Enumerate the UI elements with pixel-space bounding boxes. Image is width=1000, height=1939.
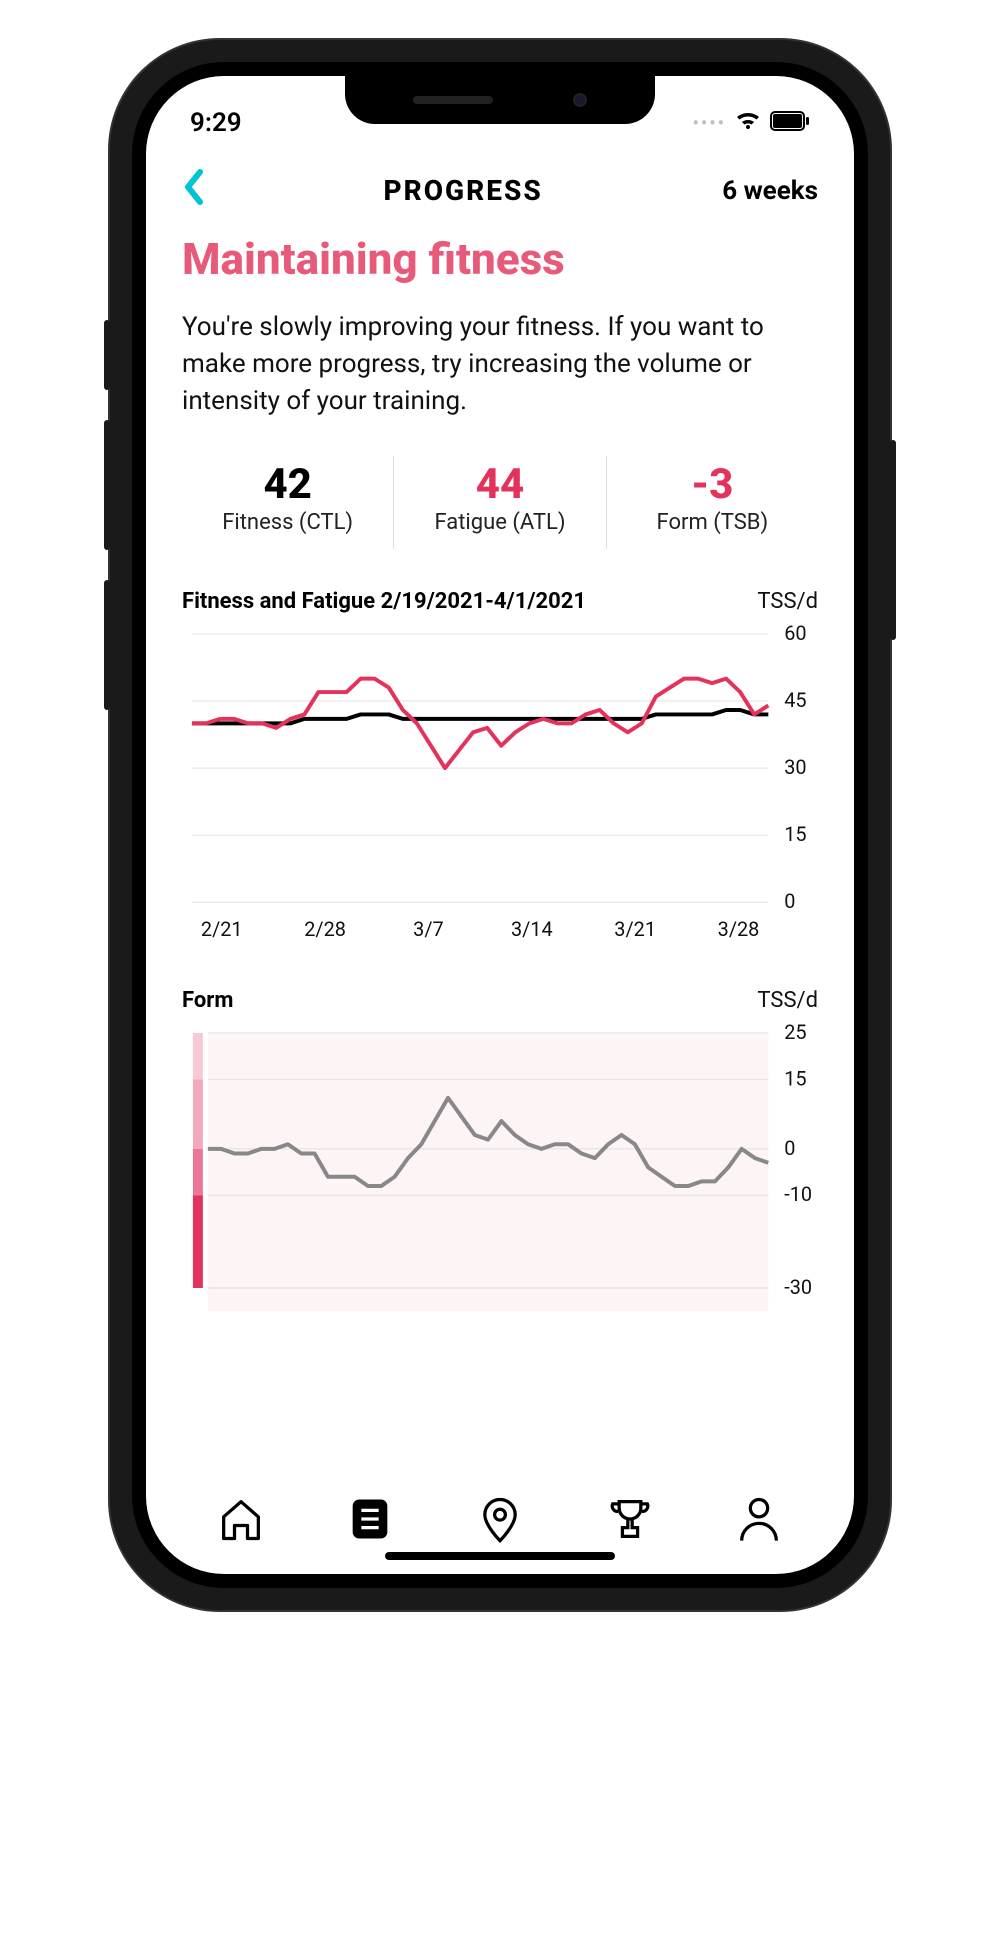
stat-value: 42 bbox=[182, 462, 393, 508]
notch bbox=[345, 76, 655, 124]
svg-text:25: 25 bbox=[784, 1023, 806, 1044]
stat-value: 44 bbox=[394, 462, 605, 508]
nav-bar: PROGRESS 6 weeks bbox=[146, 144, 854, 225]
stat-label: Fitness (CTL) bbox=[182, 510, 393, 535]
svg-text:3/7: 3/7 bbox=[413, 918, 444, 941]
status-time: 9:29 bbox=[190, 108, 242, 138]
stats-row: 42 Fitness (CTL) 44 Fatigue (ATL) -3 For… bbox=[182, 456, 818, 549]
range-selector[interactable]: 6 weeks bbox=[722, 176, 818, 206]
svg-text:60: 60 bbox=[784, 624, 806, 645]
fitness-fatigue-chart[interactable]: Fitness and Fatigue 2/19/2021-4/1/2021 T… bbox=[182, 589, 818, 952]
volume-up-button bbox=[104, 420, 110, 550]
stat-fitness: 42 Fitness (CTL) bbox=[182, 456, 393, 549]
svg-text:0: 0 bbox=[784, 1137, 795, 1160]
stat-value: -3 bbox=[607, 462, 818, 508]
stat-form: -3 Form (TSB) bbox=[606, 456, 818, 549]
svg-text:30: 30 bbox=[784, 756, 806, 779]
svg-text:0: 0 bbox=[784, 890, 795, 913]
headline: Maintaining fitness bbox=[182, 233, 818, 285]
volume-down-button bbox=[104, 580, 110, 710]
description: You're slowly improving your fitness. If… bbox=[182, 309, 818, 420]
tab-location[interactable] bbox=[474, 1493, 526, 1545]
stat-label: Form (TSB) bbox=[607, 510, 818, 535]
svg-text:-10: -10 bbox=[784, 1183, 812, 1206]
svg-text:-30: -30 bbox=[784, 1276, 812, 1299]
svg-text:3/14: 3/14 bbox=[511, 918, 553, 941]
power-button bbox=[890, 440, 896, 640]
chart-canvas: -30 -10 0 15 25 bbox=[182, 1023, 818, 1321]
screen: 9:29 •••• PROGRESS 6 weeks bbox=[146, 76, 854, 1574]
tab-trophy[interactable] bbox=[604, 1493, 656, 1545]
phone-frame: 9:29 •••• PROGRESS 6 weeks bbox=[110, 40, 890, 1610]
side-button bbox=[104, 320, 110, 390]
svg-text:2/21: 2/21 bbox=[201, 918, 243, 941]
svg-text:2/28: 2/28 bbox=[304, 918, 346, 941]
chart-canvas: 0 15 30 45 60 2/21 2/28 3/7 3/14 3/21 3/28 bbox=[182, 624, 818, 952]
wifi-icon bbox=[734, 108, 762, 138]
battery-icon bbox=[770, 108, 810, 138]
tab-profile[interactable] bbox=[733, 1493, 785, 1545]
tab-home[interactable] bbox=[215, 1493, 267, 1545]
back-button[interactable] bbox=[182, 168, 204, 213]
svg-text:3/28: 3/28 bbox=[718, 918, 760, 941]
stat-label: Fatigue (ATL) bbox=[394, 510, 605, 535]
svg-text:15: 15 bbox=[784, 1067, 806, 1090]
svg-text:15: 15 bbox=[784, 823, 806, 846]
chart-unit: TSS/d bbox=[757, 988, 818, 1013]
tab-list[interactable] bbox=[344, 1493, 396, 1545]
chart-title: Fitness and Fatigue 2/19/2021-4/1/2021 bbox=[182, 589, 586, 614]
svg-text:3/21: 3/21 bbox=[614, 918, 656, 941]
form-chart[interactable]: Form TSS/d -30 -10 0 15 25 bbox=[182, 988, 818, 1321]
svg-text:45: 45 bbox=[784, 689, 806, 712]
content: Maintaining fitness You're slowly improv… bbox=[146, 225, 854, 1464]
cellular-icon: •••• bbox=[692, 113, 726, 134]
stat-fatigue: 44 Fatigue (ATL) bbox=[393, 456, 605, 549]
chart-unit: TSS/d bbox=[757, 589, 818, 614]
chart-title: Form bbox=[182, 988, 233, 1013]
home-indicator[interactable] bbox=[385, 1552, 615, 1560]
page-title: PROGRESS bbox=[383, 174, 542, 207]
